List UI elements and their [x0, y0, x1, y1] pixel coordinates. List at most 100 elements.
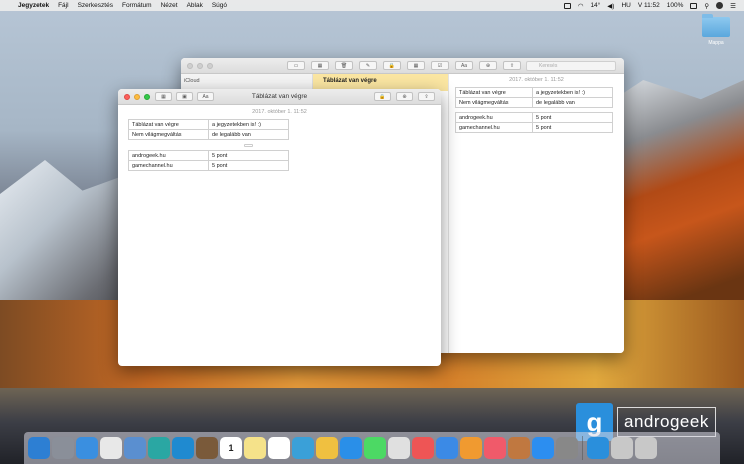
table-cell[interactable]: de legalább van [532, 97, 613, 108]
note-window-titlebar: ▦ ▣ Aa Táblázat van végre 🔒 ⊕ ⇪ [118, 89, 441, 105]
trash-icon[interactable] [635, 437, 657, 459]
maps-icon[interactable] [292, 437, 314, 459]
table-cell[interactable]: Táblázat van végre [455, 87, 533, 98]
textedit-icon[interactable] [388, 437, 410, 459]
app-store-connect-icon[interactable] [148, 437, 170, 459]
siri-icon[interactable] [716, 2, 724, 9]
notification-center-icon[interactable]: ☰ [730, 2, 736, 10]
menu-app-name[interactable]: Jegyzetek [18, 2, 49, 9]
table-row: gamechannel.hu 5 pont [455, 122, 613, 133]
add-people-icon[interactable]: ⊕ [396, 92, 413, 101]
gimp-icon[interactable] [196, 437, 218, 459]
status-area: ◠ 14° ◀) HU V 11:52 100% ⚲ ☰ [563, 2, 744, 10]
input-source-indicator[interactable]: HU [621, 2, 630, 9]
safari-icon[interactable] [76, 437, 98, 459]
table-cell[interactable]: 5 pont [532, 122, 613, 133]
minimize-button[interactable] [134, 93, 140, 100]
volume-icon[interactable]: ◀) [607, 2, 614, 10]
table-cell[interactable]: a jegyzetekben is! :) [208, 119, 289, 130]
compose-icon[interactable]: ✎ [359, 61, 377, 70]
copy-status-icon[interactable] [563, 2, 571, 9]
menu-edit[interactable]: Szerkesztés [78, 2, 113, 9]
sidebar-account-icloud[interactable]: iCloud [181, 74, 312, 88]
table-column-handle[interactable] [244, 144, 253, 147]
zoom-button[interactable] [144, 93, 150, 100]
table-row: Táblázat van végre a jegyzetekben is! :) [128, 119, 289, 130]
table-cell[interactable]: 5 pont [208, 160, 289, 171]
weather-temperature[interactable]: 14° [590, 2, 600, 9]
numbers-icon[interactable] [412, 437, 434, 459]
mail-icon[interactable] [124, 437, 146, 459]
table-cell[interactable]: 5 pont [208, 150, 289, 161]
downloads-stack-icon[interactable] [587, 437, 609, 459]
media-icon[interactable]: ▣ [176, 92, 193, 101]
note-table-2[interactable]: androgeek.hu 5 pont gamechannel.hu 5 pon… [455, 112, 613, 133]
finder-icon[interactable] [28, 437, 50, 459]
desktop-folder-label: Mappa [708, 40, 724, 46]
photos-icon[interactable] [316, 437, 338, 459]
note-editor[interactable]: 2017. október 1. 11:52 Táblázat van végr… [118, 105, 441, 179]
itunes-icon[interactable] [460, 437, 482, 459]
note-table-2[interactable]: androgeek.hu 5 pont gamechannel.hu 5 pon… [128, 150, 289, 171]
share-icon[interactable]: ⇪ [503, 61, 521, 70]
add-people-icon[interactable]: ⊕ [479, 61, 497, 70]
table-cell[interactable]: androgeek.hu [455, 112, 533, 123]
share-icon[interactable]: ⇪ [418, 92, 435, 101]
menu-file[interactable]: Fájl [58, 2, 68, 9]
reminders-icon[interactable] [268, 437, 290, 459]
note-date: 2017. október 1. 11:52 [252, 109, 307, 115]
note-table-1[interactable]: Táblázat van végre a jegyzetekben is! :)… [128, 119, 289, 140]
table-cell[interactable]: Táblázat van végre [128, 119, 209, 130]
facetime-icon[interactable] [364, 437, 386, 459]
note-editor[interactable]: 2017. október 1. 11:52 Táblázat van végr… [449, 74, 624, 353]
zoom-button[interactable] [207, 62, 213, 69]
lock-icon[interactable]: 🔒 [383, 61, 401, 70]
table-cell[interactable]: gamechannel.hu [455, 122, 533, 133]
calendar-icon[interactable]: 1 [220, 437, 242, 459]
sidebar-toggle-icon[interactable]: ▭ [287, 61, 305, 70]
table-icon[interactable]: ▦ [407, 61, 425, 70]
table-cell[interactable]: Nem világmegváltás [455, 97, 533, 108]
checklist-icon[interactable]: ☑ [431, 61, 449, 70]
documents-stack-icon[interactable] [611, 437, 633, 459]
table-icon[interactable]: ▦ [155, 92, 172, 101]
menu-help[interactable]: Súgó [212, 2, 227, 9]
ibooks-icon[interactable] [484, 437, 506, 459]
minimize-button[interactable] [197, 62, 203, 69]
messages-icon[interactable] [340, 437, 362, 459]
photos-utility-icon[interactable] [172, 437, 194, 459]
search-input[interactable]: Keresés [526, 61, 616, 71]
system-preferences-icon[interactable] [532, 437, 554, 459]
table-cell[interactable]: gamechannel.hu [128, 160, 209, 171]
gallery-view-icon[interactable]: ▦ [311, 61, 329, 70]
launchpad-icon[interactable] [52, 437, 74, 459]
spotlight-icon[interactable]: ⚲ [704, 2, 709, 10]
note-table-1[interactable]: Táblázat van végre a jegyzetekben is! :)… [455, 87, 613, 108]
delete-icon[interactable]: 🗑 [335, 61, 353, 70]
format-button[interactable]: Aa [455, 61, 473, 70]
keynote-icon[interactable] [436, 437, 458, 459]
menu-window[interactable]: Ablak [187, 2, 203, 9]
lock-icon[interactable]: 🔒 [374, 92, 391, 101]
notes-icon[interactable] [244, 437, 266, 459]
clock[interactable]: V 11:52 [638, 2, 660, 9]
menu-format[interactable]: Formátum [122, 2, 152, 9]
table-row: Nem világmegváltás de legalább van [455, 97, 613, 108]
skype-icon[interactable] [556, 437, 578, 459]
table-cell[interactable]: a jegyzetekben is! :) [532, 87, 613, 98]
desktop-folder-icon[interactable] [702, 14, 730, 37]
wifi-icon[interactable]: ◠ [578, 2, 584, 10]
battery-percent[interactable]: 100% [667, 2, 684, 9]
close-button[interactable] [124, 93, 130, 100]
table-cell[interactable]: 5 pont [532, 112, 613, 123]
table-cell[interactable]: Nem világmegváltás [128, 129, 209, 140]
close-button[interactable] [187, 62, 193, 69]
chrome-icon[interactable] [100, 437, 122, 459]
table-cell[interactable]: androgeek.hu [128, 150, 209, 161]
format-button[interactable]: Aa [197, 92, 214, 101]
menu-view[interactable]: Nézet [161, 2, 178, 9]
battery-icon[interactable] [690, 2, 698, 9]
notes-toolbar: ▭ ▦ 🗑 ✎ 🔒 ▦ ☑ Aa ⊕ ⇪ [287, 61, 521, 70]
app-store-icon[interactable] [508, 437, 530, 459]
table-cell[interactable]: de legalább van [208, 129, 289, 140]
